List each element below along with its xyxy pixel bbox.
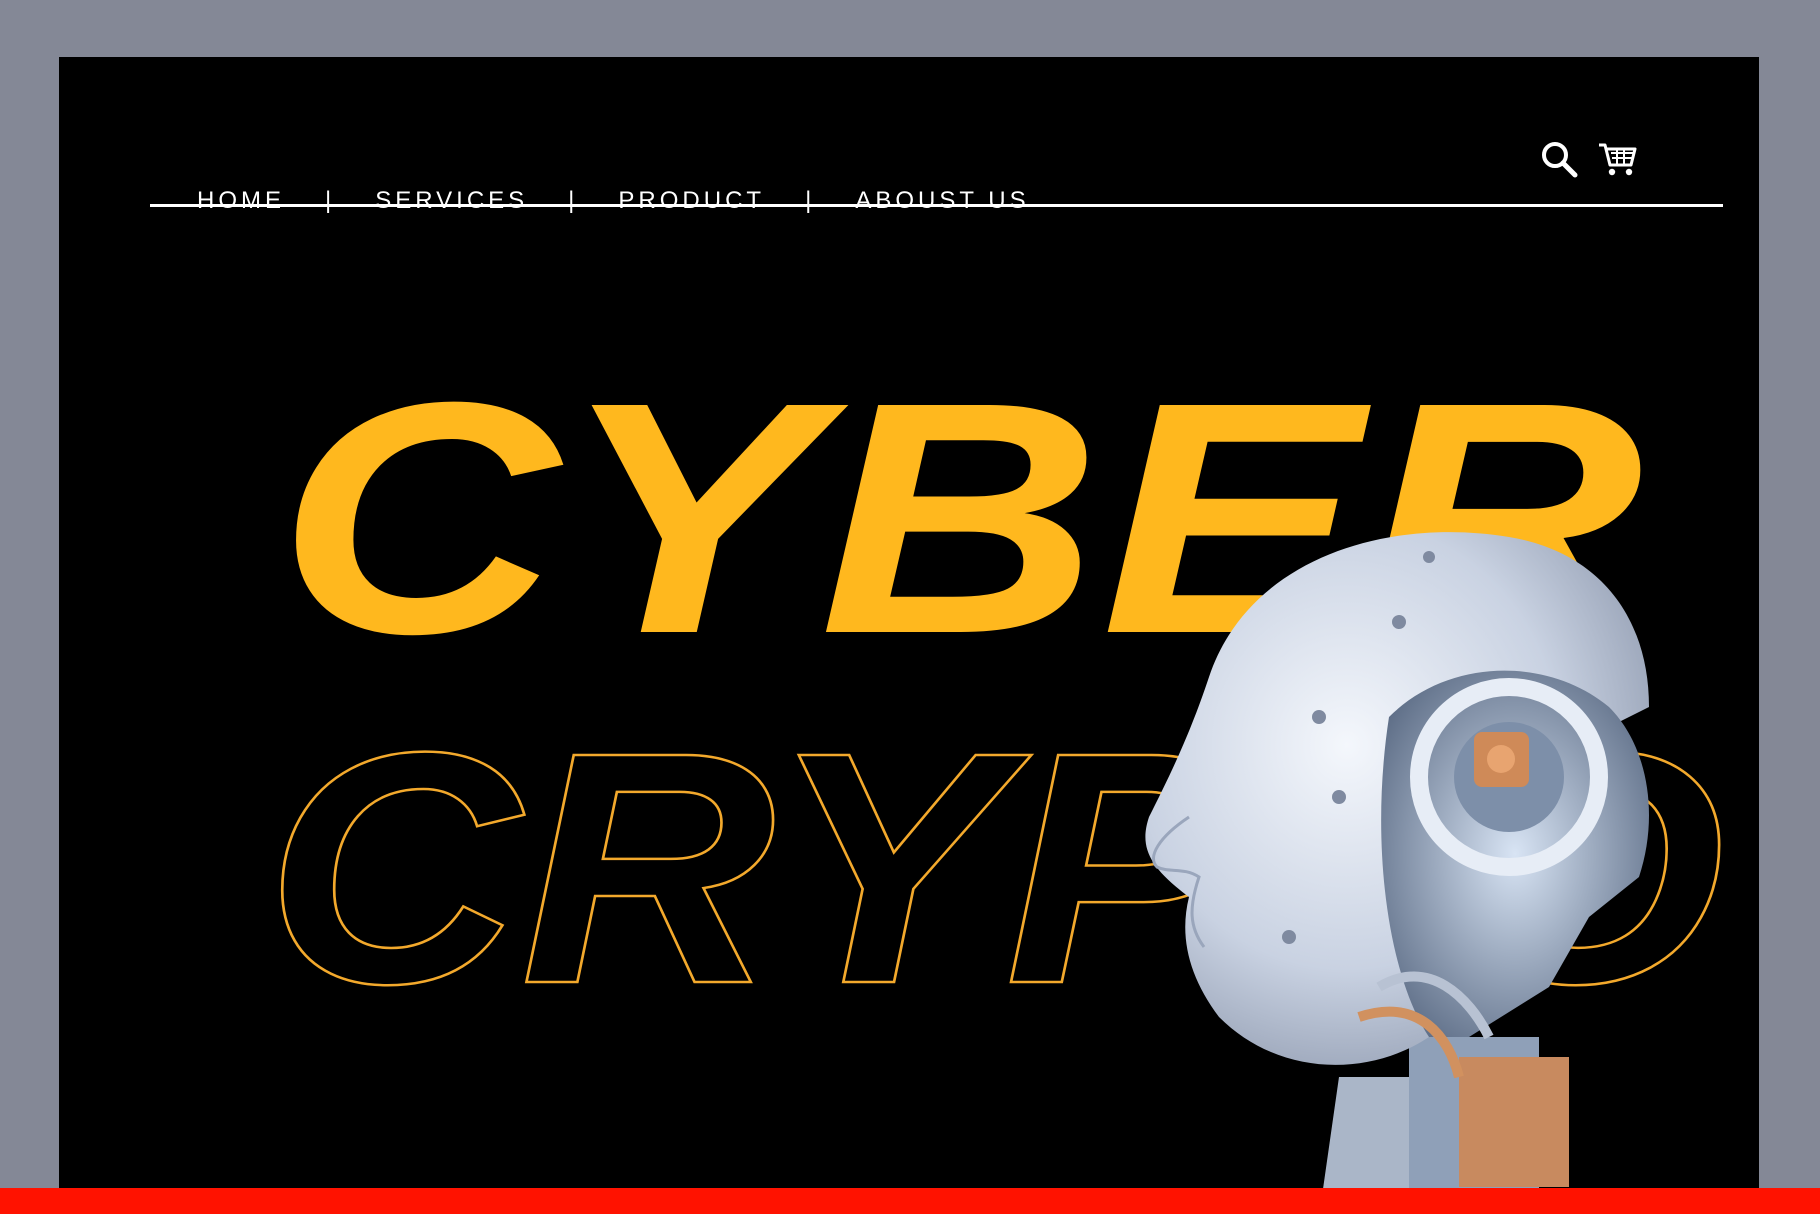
robot-head-image (1145, 532, 1649, 1214)
hero-panel: HOME | SERVICES | PRODUCT | ABOUST US CY… (59, 57, 1759, 1214)
bottom-bar (0, 1188, 1820, 1214)
